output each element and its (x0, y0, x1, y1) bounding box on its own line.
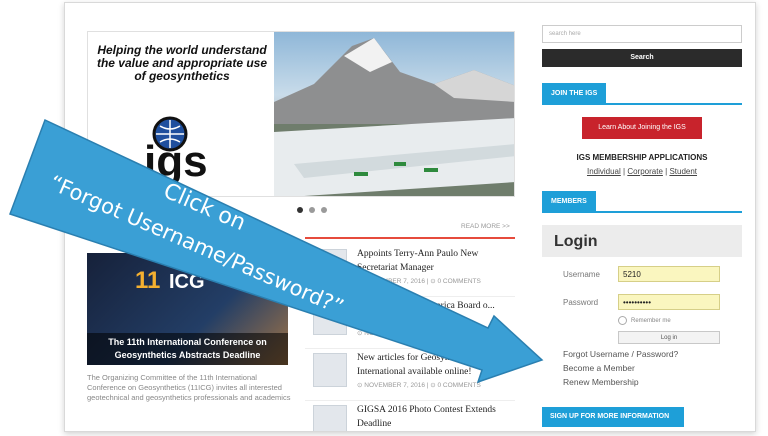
renew-membership-link[interactable]: Renew Membership (563, 377, 639, 387)
carousel-dot[interactable] (309, 207, 315, 213)
event-excerpt: The Organizing Committee of the 11th Int… (87, 373, 291, 402)
learn-about-joining-button[interactable]: Learn About Joining the IGS (582, 117, 702, 139)
forgot-username-password-link[interactable]: Forgot Username / Password? (563, 349, 678, 359)
news-thumbnail (313, 405, 347, 431)
news-item[interactable]: New articles for Geosynthetics Internati… (305, 351, 515, 401)
igs-logo-icon: igs (144, 116, 208, 186)
news-meta: ⊙ NOVEMBER 7, 2016 | ⊙ 0 C... (357, 330, 454, 337)
news-item[interactable]: Appoints Terry-Ann Paulo New Secretariat… (305, 247, 515, 297)
news-thumbnail (313, 353, 347, 387)
news-thumbnail (313, 249, 347, 283)
remember-checkbox[interactable] (618, 316, 627, 325)
news-title[interactable]: GIGSA 2016 Photo Contest Extends Deadlin… (357, 403, 507, 431)
news-title[interactable]: Call for ... South America Board o... (357, 299, 507, 313)
corporate-link[interactable]: Corporate (627, 167, 663, 176)
news-thumbnail (313, 301, 347, 335)
membership-links: Individual | Corporate | Student (586, 167, 698, 176)
read-more-link[interactable]: READ MORE >> (461, 223, 510, 230)
carousel-dot[interactable] (321, 207, 327, 213)
event-number: 11 (135, 267, 161, 294)
event-abbr: ICG (169, 271, 205, 293)
search-input[interactable]: search here (542, 25, 742, 43)
hero-photo (274, 32, 514, 196)
carousel-dot[interactable] (297, 207, 303, 213)
news-meta: ⊙ NOVEMBER 7, 2016 | ⊙ 0 COMMENTS (357, 278, 481, 285)
signup-button[interactable]: SIGN UP FOR MORE INFORMATION (542, 407, 684, 427)
news-item[interactable]: GIGSA 2016 Photo Contest Extends Deadlin… (305, 403, 515, 431)
join-igs-heading: JOIN THE IGS (542, 83, 607, 105)
login-title: Login (554, 233, 598, 250)
username-field[interactable]: 5210 (618, 266, 720, 282)
news-title[interactable]: Appoints Terry-Ann Paulo New Secretariat… (357, 247, 507, 275)
carousel-dots (297, 207, 327, 213)
igs-logo-text: igs (144, 137, 208, 186)
news-divider (305, 237, 515, 239)
event-caption[interactable]: The 11th International Conference on Geo… (87, 333, 288, 365)
password-field[interactable]: •••••••••• (618, 294, 720, 310)
remember-label: Remember me (631, 317, 671, 324)
hero-tagline: Helping the world understand the value a… (96, 43, 268, 83)
search-button[interactable]: Search (542, 49, 742, 67)
join-igs-divider (542, 103, 742, 105)
members-divider (542, 211, 742, 213)
browser-page: Helping the world understand the value a… (64, 2, 756, 432)
news-item[interactable]: Call for ... South America Board o... ⊙ … (305, 299, 515, 349)
hero-left-panel: Helping the world understand the value a… (88, 32, 274, 196)
remember-me[interactable]: Remember me (618, 316, 671, 325)
individual-link[interactable]: Individual (587, 167, 621, 176)
password-label: Password (563, 298, 599, 307)
username-label: Username (563, 270, 600, 279)
hero-banner[interactable]: Helping the world understand the value a… (87, 31, 515, 197)
membership-title: IGS MEMBERSHIP APPLICATIONS (576, 153, 708, 162)
news-title[interactable]: New articles for Geosynthetics Internati… (357, 351, 507, 379)
student-link[interactable]: Student (669, 167, 697, 176)
news-meta: ⊙ NOVEMBER 7, 2016 | ⊙ 0 COMMENTS (357, 382, 481, 389)
login-button[interactable]: Log in (618, 331, 720, 344)
login-panel: Login (542, 225, 742, 257)
event-image[interactable]: 11 ICG The 11th International Conference… (87, 253, 288, 365)
become-member-link[interactable]: Become a Member (563, 363, 635, 373)
members-heading: MEMBERS (542, 191, 596, 213)
